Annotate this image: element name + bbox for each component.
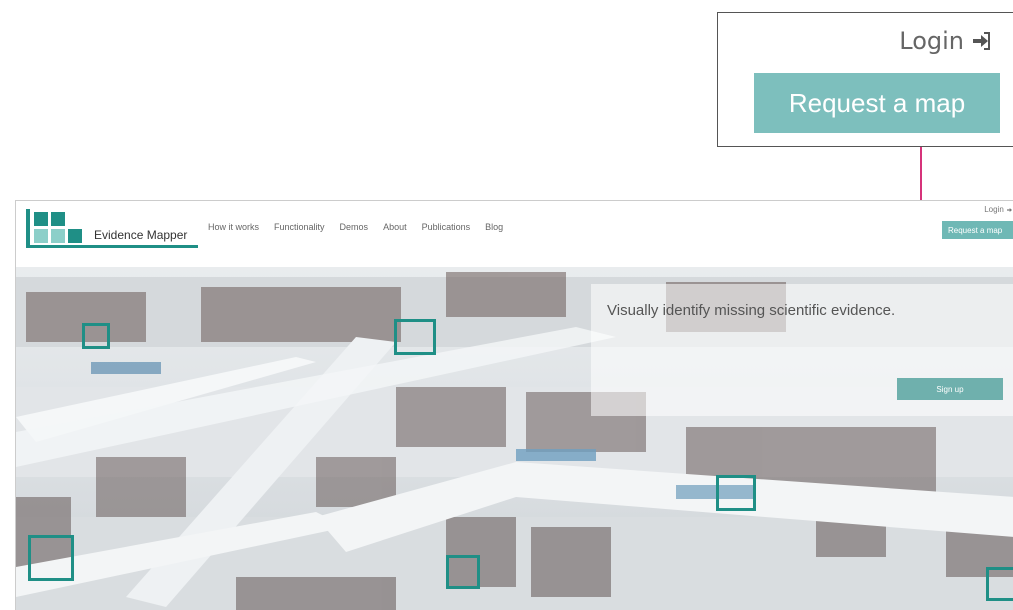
hero-title: Visually identify missing scientific evi…	[607, 302, 896, 319]
sign-in-icon	[973, 32, 990, 50]
sign-in-icon	[1007, 207, 1012, 212]
zoom-callout: Login Request a map	[717, 12, 1013, 147]
decorative-square	[82, 323, 110, 349]
decorative-square	[394, 319, 436, 355]
callout-login-label: Login	[899, 27, 964, 55]
login-label: Login	[984, 205, 1004, 214]
nav-functionality[interactable]: Functionality	[274, 222, 325, 232]
brand-name: Evidence Mapper	[94, 228, 188, 242]
decorative-square	[28, 535, 74, 581]
nav-publications[interactable]: Publications	[422, 222, 471, 232]
hero-card: Visually identify missing scientific evi…	[591, 284, 1013, 416]
hero-section: Visually identify missing scientific evi…	[16, 267, 1013, 610]
nav-demos[interactable]: Demos	[340, 222, 369, 232]
login-link[interactable]: Login	[984, 205, 1013, 214]
nav-how-it-works[interactable]: How it works	[208, 222, 259, 232]
main-nav: How it works Functionality Demos About P…	[208, 222, 503, 232]
request-map-button[interactable]: Request a map	[942, 221, 1013, 239]
decorative-square	[986, 567, 1013, 601]
nav-about[interactable]: About	[383, 222, 407, 232]
brand-logo[interactable]: Evidence Mapper	[26, 209, 198, 249]
website-frame: Evidence Mapper How it works Functionali…	[15, 200, 1013, 610]
nav-blog[interactable]: Blog	[485, 222, 503, 232]
decorative-square	[446, 555, 480, 589]
sign-up-button[interactable]: Sign up	[897, 378, 1003, 400]
decorative-square	[716, 475, 756, 511]
callout-login-link[interactable]: Login	[899, 27, 994, 55]
callout-request-map-button[interactable]: Request a map	[754, 73, 1000, 133]
site-header: Evidence Mapper How it works Functionali…	[16, 201, 1013, 267]
